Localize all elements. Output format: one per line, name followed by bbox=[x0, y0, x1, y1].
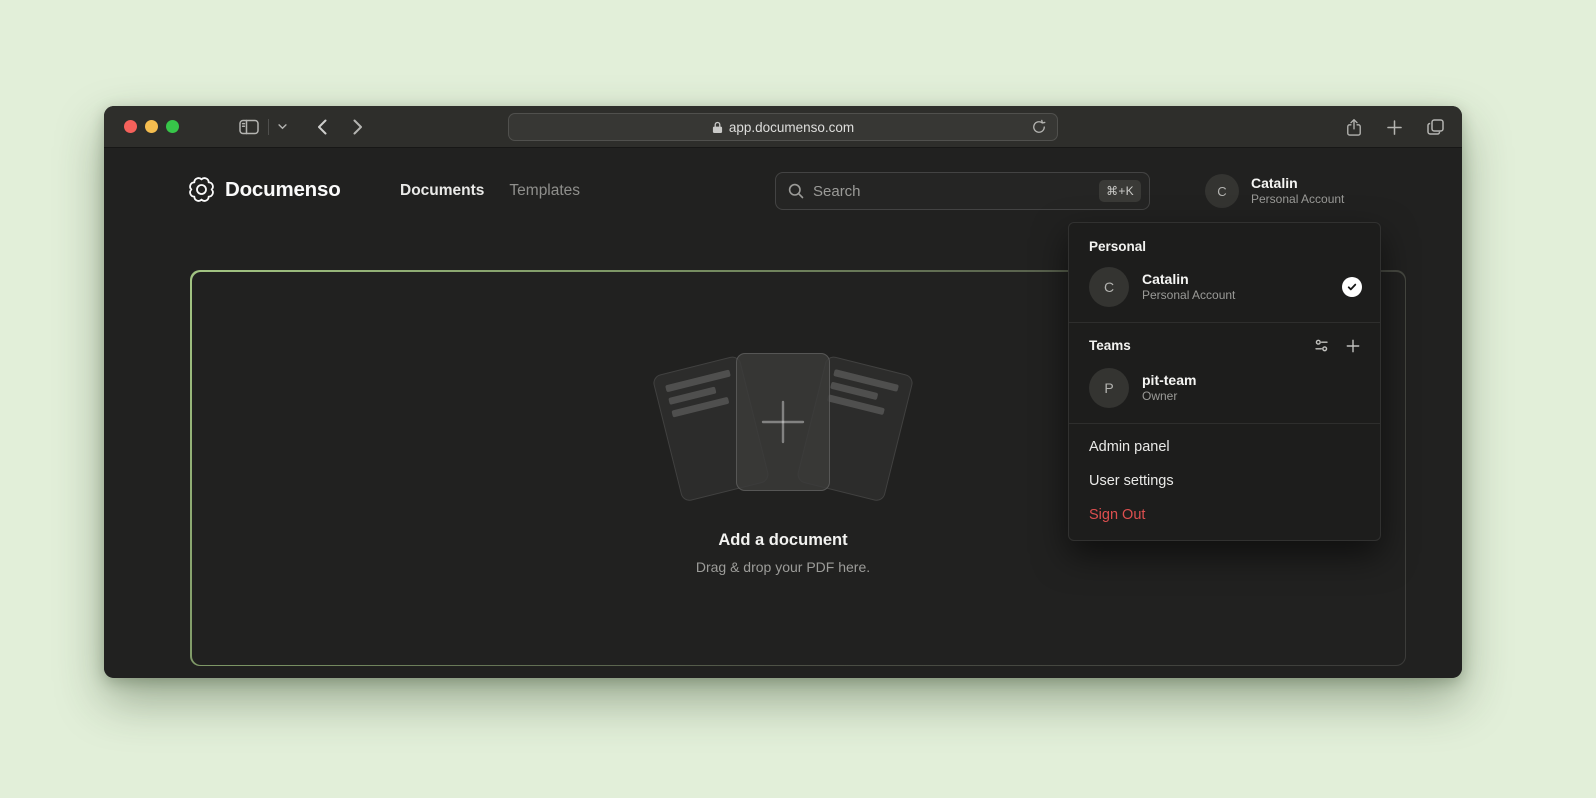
search-shortcut-badge: ⌘+K bbox=[1099, 180, 1141, 202]
dropzone-title: Add a document bbox=[573, 531, 993, 550]
selected-check-icon bbox=[1342, 277, 1362, 297]
team-role: Owner bbox=[1142, 389, 1362, 404]
sidebar-toggle-icon[interactable] bbox=[237, 117, 261, 137]
team-item[interactable]: P pit-team Owner bbox=[1069, 361, 1380, 417]
document-card-center bbox=[736, 353, 830, 491]
search-input[interactable] bbox=[813, 183, 1099, 200]
forward-icon[interactable] bbox=[351, 117, 365, 137]
account-switcher[interactable]: C Catalin Personal Account bbox=[1205, 170, 1462, 212]
address-bar[interactable]: app.documenso.com bbox=[508, 113, 1058, 141]
close-window-button[interactable] bbox=[124, 120, 137, 133]
search-box[interactable]: ⌘+K bbox=[775, 172, 1150, 210]
menu-item-sign-out[interactable]: Sign Out bbox=[1069, 498, 1380, 532]
browser-window: app.documenso.com bbox=[104, 106, 1462, 678]
reload-icon[interactable] bbox=[1030, 118, 1048, 137]
plus-icon bbox=[760, 399, 806, 445]
search-icon bbox=[788, 183, 804, 199]
dropzone-subtitle: Drag & drop your PDF here. bbox=[573, 559, 993, 575]
account-name: Catalin bbox=[1142, 271, 1342, 288]
add-team-icon[interactable] bbox=[1344, 337, 1362, 355]
new-tab-icon[interactable] bbox=[1385, 118, 1404, 137]
documenso-logo-icon bbox=[188, 176, 215, 203]
sidebar-menu-chevron-down-icon[interactable] bbox=[276, 122, 289, 132]
teams-section-header: Teams bbox=[1069, 329, 1380, 361]
back-icon[interactable] bbox=[315, 117, 329, 137]
app-content: Documenso Documents Templates ⌘+K C Cata… bbox=[104, 148, 1462, 677]
teams-section-label: Teams bbox=[1089, 338, 1312, 353]
avatar: C bbox=[1089, 267, 1129, 307]
divider bbox=[1069, 423, 1380, 424]
personal-account-item[interactable]: C Catalin Personal Account bbox=[1069, 260, 1380, 316]
nav-templates[interactable]: Templates bbox=[509, 182, 580, 200]
brand-name: Documenso bbox=[225, 178, 341, 202]
zoom-window-button[interactable] bbox=[166, 120, 179, 133]
account-subtitle: Personal Account bbox=[1142, 288, 1342, 303]
account-name: Catalin bbox=[1251, 175, 1462, 192]
document-stack-illustration bbox=[663, 353, 903, 505]
browser-titlebar: app.documenso.com bbox=[104, 106, 1462, 148]
personal-section-label: Personal bbox=[1069, 232, 1380, 260]
divider bbox=[1069, 322, 1380, 323]
account-subtitle: Personal Account bbox=[1251, 192, 1462, 207]
main-nav: Documents Templates bbox=[400, 148, 580, 234]
menu-item-user-settings[interactable]: User settings bbox=[1069, 464, 1380, 498]
nav-documents[interactable]: Documents bbox=[400, 182, 484, 200]
lock-icon bbox=[712, 121, 723, 134]
avatar: P bbox=[1089, 368, 1129, 408]
tab-overview-icon[interactable] bbox=[1425, 117, 1446, 137]
avatar: C bbox=[1205, 174, 1239, 208]
traffic-lights bbox=[104, 120, 179, 133]
minimize-window-button[interactable] bbox=[145, 120, 158, 133]
account-menu: Personal C Catalin Personal Account Team… bbox=[1068, 222, 1381, 541]
divider bbox=[268, 119, 269, 135]
share-icon[interactable] bbox=[1344, 116, 1364, 139]
team-name: pit-team bbox=[1142, 372, 1362, 389]
dropzone-empty-state: Add a document Drag & drop your PDF here… bbox=[573, 353, 993, 575]
menu-item-admin-panel[interactable]: Admin panel bbox=[1069, 430, 1380, 464]
address-text: app.documenso.com bbox=[729, 120, 854, 135]
manage-teams-icon[interactable] bbox=[1312, 336, 1331, 355]
brand-logo-link[interactable]: Documenso bbox=[188, 176, 341, 203]
